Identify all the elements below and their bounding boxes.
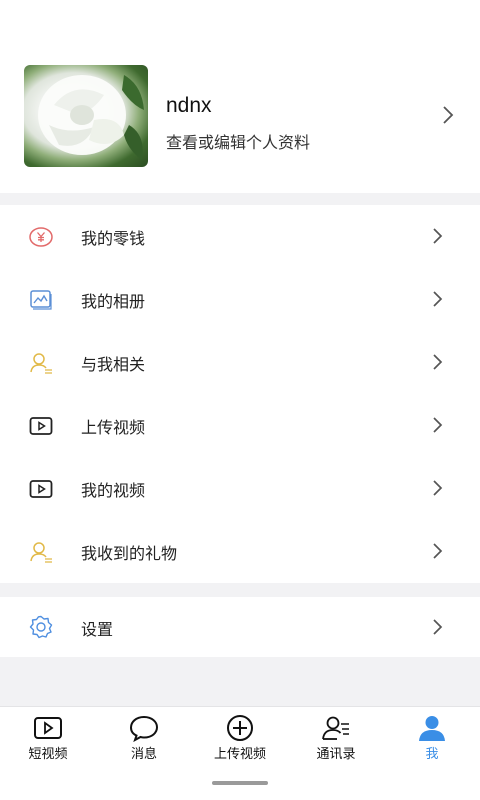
tab-label: 我 bbox=[425, 747, 439, 762]
chevron-right-icon[interactable] bbox=[438, 103, 458, 127]
chevron-right-icon bbox=[433, 543, 443, 559]
menu-item-album[interactable]: 我的相册 bbox=[0, 268, 480, 331]
tab-label: 通讯录 bbox=[316, 747, 356, 762]
video-play-icon bbox=[29, 480, 53, 498]
person-icon bbox=[419, 716, 445, 741]
plus-circle-icon bbox=[227, 715, 253, 741]
settings-row[interactable]: 设置 bbox=[0, 597, 480, 657]
video-play-icon bbox=[34, 717, 62, 739]
tab-me[interactable]: 我 bbox=[384, 707, 480, 777]
menu-item-gifts[interactable]: 我收到的礼物 bbox=[0, 520, 480, 583]
chevron-right-icon bbox=[433, 480, 443, 496]
menu-item-my-videos[interactable]: 我的视频 bbox=[0, 457, 480, 520]
chevron-right-icon bbox=[433, 228, 443, 244]
user-related-icon bbox=[30, 353, 52, 374]
menu-item-related[interactable]: 与我相关 bbox=[0, 331, 480, 394]
home-indicator[interactable] bbox=[212, 781, 268, 785]
menu-item-label: 上传视频 bbox=[81, 418, 146, 437]
tab-label: 上传视频 bbox=[213, 747, 266, 762]
chevron-right-icon bbox=[433, 619, 443, 635]
menu-item-label: 我的相册 bbox=[81, 292, 146, 311]
tab-upload-video[interactable]: 上传视频 bbox=[192, 707, 288, 777]
menu-item-wallet[interactable]: 我的零钱 bbox=[0, 205, 480, 268]
avatar-flower-image bbox=[38, 75, 144, 160]
video-play-icon bbox=[29, 417, 53, 435]
profile-edit-hint: 查看或编辑个人资料 bbox=[166, 133, 311, 152]
wallet-yen-icon bbox=[29, 227, 53, 247]
user-gift-icon bbox=[30, 542, 52, 563]
menu-item-upload-video[interactable]: 上传视频 bbox=[0, 394, 480, 457]
tab-messages[interactable]: 消息 bbox=[96, 707, 192, 777]
chevron-right-icon bbox=[433, 417, 443, 433]
menu-item-label: 我的零钱 bbox=[81, 229, 146, 248]
avatar[interactable] bbox=[24, 65, 148, 167]
menu-list: 我的零钱 我的相册 与我相关 上传视频 我的视频 我收到的礼物 bbox=[0, 205, 480, 583]
settings-label: 设置 bbox=[81, 620, 114, 639]
tab-label: 短视频 bbox=[28, 747, 68, 762]
menu-item-label: 我收到的礼物 bbox=[81, 544, 178, 563]
tab-short-video[interactable]: 短视频 bbox=[0, 707, 96, 777]
album-icon bbox=[30, 290, 52, 310]
gear-icon bbox=[29, 615, 53, 639]
profile-username: ndnx bbox=[166, 94, 212, 117]
profile-header[interactable]: ndnx 查看或编辑个人资料 bbox=[0, 0, 480, 193]
tab-label: 消息 bbox=[130, 747, 157, 762]
chevron-right-icon bbox=[433, 291, 443, 307]
contacts-icon bbox=[322, 716, 349, 740]
menu-item-label: 我的视频 bbox=[81, 481, 146, 500]
message-bubble-icon bbox=[129, 715, 159, 742]
menu-item-label: 与我相关 bbox=[81, 355, 146, 374]
bottom-tab-bar: 短视频 消息 上传视频 通讯录 我 bbox=[0, 706, 480, 800]
chevron-right-icon bbox=[433, 354, 443, 370]
tab-contacts[interactable]: 通讯录 bbox=[288, 707, 384, 777]
